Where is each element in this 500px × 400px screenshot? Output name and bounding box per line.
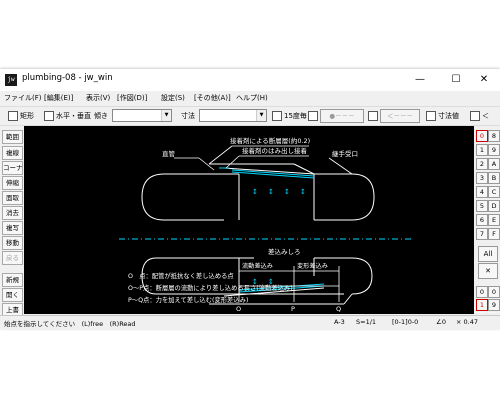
menu-help[interactable]: ヘルプ(H) bbox=[236, 93, 268, 103]
layer-4[interactable]: 4 bbox=[476, 186, 488, 198]
layer-state-1[interactable]: 1 bbox=[476, 299, 488, 311]
note-1: O 点：配管が抵抗なく差し込める点 bbox=[128, 271, 234, 280]
layer-0[interactable]: 0 bbox=[476, 130, 488, 142]
status-zoom[interactable]: × 0.47 bbox=[456, 318, 478, 326]
toolbar: 矩形 水平・垂直 傾き ▼ 寸法 ▼ 15度毎 ●－－－ ＜－－－ 寸法値 ＜ bbox=[0, 106, 500, 126]
layer-5[interactable]: 5 bbox=[476, 200, 488, 212]
tool-offset[interactable]: 複線 bbox=[2, 146, 23, 160]
deg15-checkbox[interactable] bbox=[272, 111, 282, 121]
menu-other[interactable]: [その他(A)] bbox=[194, 93, 231, 103]
layer-state-9b[interactable]: 9 bbox=[488, 312, 498, 313]
window-title: plumbing-08 - jw_win bbox=[22, 73, 113, 83]
menu-edit[interactable]: [編集(E)] bbox=[44, 93, 73, 103]
group-e[interactable]: E bbox=[488, 214, 500, 226]
label-overflow: 接着剤のはみ出し接着 bbox=[242, 146, 308, 155]
layer-2[interactable]: 2 bbox=[476, 158, 488, 170]
layer-x-button[interactable]: ✕ bbox=[478, 263, 498, 279]
group-f[interactable]: F bbox=[488, 228, 500, 240]
app-icon: jw bbox=[5, 74, 17, 86]
rect-label: 矩形 bbox=[20, 112, 34, 120]
menu-file[interactable]: ファイル(F) bbox=[4, 93, 42, 103]
adhesive-layer-lines bbox=[219, 167, 325, 293]
chevron-down-icon[interactable]: ▼ bbox=[161, 110, 171, 121]
status-message: 始点を指示してください (L)free (R)Read bbox=[4, 320, 136, 328]
layer-all-button[interactable]: All bbox=[478, 246, 498, 262]
label-flow-insert: 流動差込み bbox=[242, 262, 273, 270]
svg-text:↕: ↕ bbox=[252, 188, 258, 196]
menu-draw[interactable]: [作図(D)] bbox=[117, 93, 147, 103]
tool-stretch[interactable]: 伸縮 bbox=[2, 176, 23, 190]
group-d[interactable]: D bbox=[488, 200, 500, 212]
group-8[interactable]: 8 bbox=[488, 130, 500, 142]
title-bar: jw plumbing-08 - jw_win — ☐ ✕ bbox=[0, 69, 500, 91]
arrow-line-button[interactable]: ＜－－－ bbox=[380, 109, 420, 123]
layer-6[interactable]: 6 bbox=[476, 214, 488, 226]
layer-state-9a[interactable]: 9 bbox=[488, 299, 500, 311]
hv-checkbox[interactable] bbox=[44, 111, 54, 121]
note-2: O～P点：断層層の流動により差し込める長さ(流動差込み) bbox=[128, 283, 293, 292]
label-deform-insert: 変形差込み bbox=[297, 262, 328, 270]
label-adhesive-layer: 接着剤による断層層(約0.2) bbox=[230, 136, 310, 145]
circle-checkbox[interactable] bbox=[308, 111, 318, 121]
layer-7[interactable]: 7 bbox=[476, 228, 488, 240]
group-9[interactable]: 9 bbox=[488, 144, 500, 156]
dim-combo[interactable]: ▼ bbox=[199, 109, 267, 122]
status-bar: 始点を指示してください (L)free (R)Read A-3 S=1/1 [0… bbox=[0, 315, 500, 329]
tool-new[interactable]: 新規 bbox=[2, 273, 23, 287]
menu-settings[interactable]: 設定(S) bbox=[161, 93, 185, 103]
svg-text:↕: ↕ bbox=[268, 188, 274, 196]
group-a[interactable]: A bbox=[488, 158, 500, 170]
lt-label: ＜ bbox=[482, 112, 489, 120]
layer-state-0a[interactable]: 0 bbox=[476, 286, 488, 298]
tool-open[interactable]: 開く bbox=[2, 288, 23, 302]
svg-text:↕: ↕ bbox=[300, 188, 306, 196]
label-insert-margin: 差込みしろ bbox=[268, 247, 301, 256]
status-paper[interactable]: A-3 bbox=[334, 318, 345, 326]
deg15-label: 15度毎 bbox=[284, 112, 307, 120]
point-o-label: O bbox=[236, 305, 241, 313]
chevron-down-icon[interactable]: ▼ bbox=[256, 110, 266, 121]
layer-state-0b[interactable]: 0 bbox=[488, 286, 500, 298]
tool-chamfer[interactable]: 面取 bbox=[2, 191, 23, 205]
layer-3[interactable]: 3 bbox=[476, 172, 488, 184]
status-scale[interactable]: S=1/1 bbox=[356, 318, 376, 326]
tool-erase[interactable]: 消去 bbox=[2, 206, 23, 220]
tool-corner[interactable]: コーナー bbox=[2, 161, 23, 175]
status-angle[interactable]: ∠0 bbox=[436, 318, 446, 326]
close-button[interactable]: ✕ bbox=[468, 69, 500, 91]
dimval-label: 寸法値 bbox=[438, 112, 459, 120]
lt-checkbox[interactable] bbox=[470, 111, 480, 121]
dimval-checkbox[interactable] bbox=[426, 111, 436, 121]
group-c[interactable]: C bbox=[488, 186, 500, 198]
menu-bar: ファイル(F) [編集(E)] 表示(V) [作図(D)] 設定(S) [その他… bbox=[0, 91, 500, 105]
app-window: jw plumbing-08 - jw_win — ☐ ✕ ファイル(F) [編… bbox=[0, 69, 500, 329]
tool-undo[interactable]: 戻る bbox=[2, 251, 23, 265]
layer-1[interactable]: 1 bbox=[476, 144, 488, 156]
tool-move[interactable]: 移動 bbox=[2, 236, 23, 250]
label-socket: 継手受口 bbox=[332, 149, 358, 158]
layer-panel: 0 8 1 9 2 A 3 B 4 C 5 D 6 E 7 F All ✕ 0 … bbox=[474, 126, 500, 314]
point-p-label: P bbox=[291, 305, 295, 313]
minimize-button[interactable]: — bbox=[404, 69, 436, 91]
tool-copy[interactable]: 複写 bbox=[2, 221, 23, 235]
menu-view[interactable]: 表示(V) bbox=[86, 93, 110, 103]
drawing-canvas[interactable]: ↕ ↕ ↕ ↕ ↕ ↕ 接着剤による断層層(約0.2) 接着剤のはみ出し接着 直… bbox=[24, 126, 474, 314]
slope-combo[interactable]: ▼ bbox=[112, 109, 172, 122]
label-pipe: 直管 bbox=[162, 149, 176, 158]
group-b[interactable]: B bbox=[488, 172, 500, 184]
left-tool-panel: 範囲 複線 コーナー 伸縮 面取 消去 複写 移動 戻る 新規 開く 上書 bbox=[0, 126, 24, 317]
slope-label: 傾き bbox=[94, 112, 108, 120]
status-layer[interactable]: [0-1]0-0 bbox=[392, 318, 418, 326]
circle-line-button[interactable]: ●－－－ bbox=[320, 109, 364, 123]
dim-label: 寸法 bbox=[181, 112, 195, 120]
arrow-checkbox[interactable] bbox=[368, 111, 378, 121]
tool-range[interactable]: 範囲 bbox=[2, 130, 23, 144]
rect-checkbox[interactable] bbox=[8, 111, 18, 121]
point-q-label: Q bbox=[336, 305, 341, 313]
hv-label: 水平・垂直 bbox=[56, 112, 91, 120]
layer-state-2[interactable]: 2 bbox=[476, 312, 486, 313]
note-3: P～Q点：力を加えて差し込む(変形差込み) bbox=[128, 295, 248, 304]
svg-text:↕: ↕ bbox=[284, 188, 290, 196]
